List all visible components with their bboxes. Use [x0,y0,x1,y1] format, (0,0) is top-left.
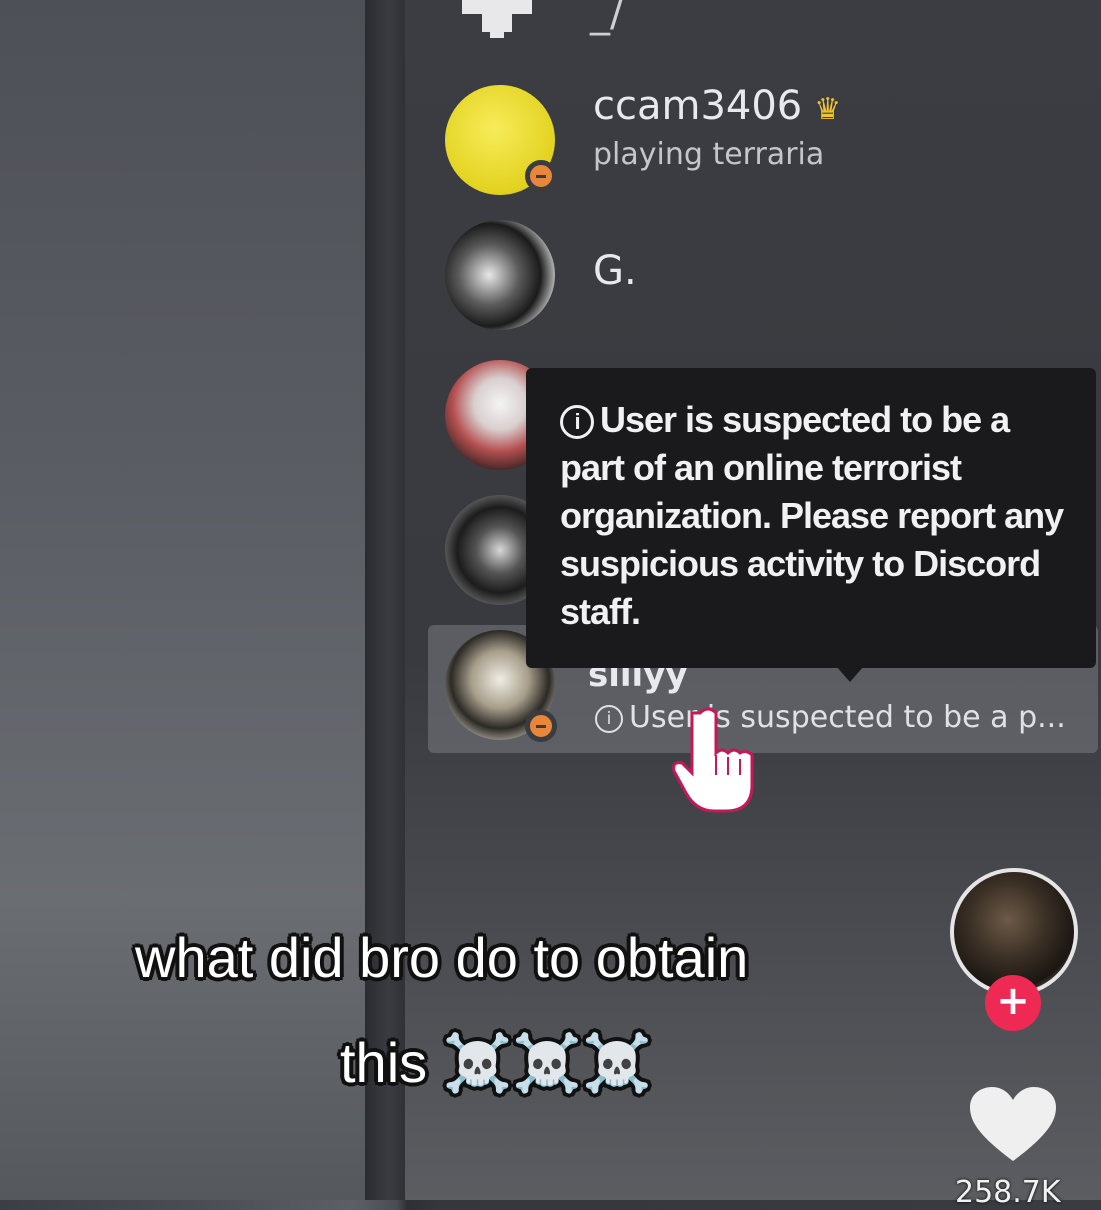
member-activity: playing terraria [593,137,825,172]
monitor-bezel [365,0,405,1200]
member-item-ccam3406[interactable]: ccam3406 ♛ playing terraria [445,83,1085,195]
dnd-status-icon [525,710,557,742]
info-icon: i [560,405,594,440]
info-icon: i [595,704,623,733]
dnd-status-icon [525,160,557,192]
hand-cursor-icon [672,707,754,813]
background-wall [0,0,365,1200]
heart-icon[interactable] [968,1085,1058,1165]
status-tooltip: i User is suspected to be a part of an on… [526,368,1096,668]
avatar [445,220,555,330]
tooltip-pointer [836,666,864,682]
cut-off-text: _/ [590,0,624,36]
tooltip-text: User is suspected to be a part of an onl… [560,399,1064,632]
member-item-g[interactable]: G. [445,220,1085,330]
video-caption-line-1: what did bro do to obtain [135,926,749,989]
pixel-icon [462,0,532,40]
video-caption-line-2: this ☠️☠️☠️ [340,1031,652,1094]
follow-button[interactable]: + [985,975,1041,1031]
like-count: 258.7K [955,1175,1061,1210]
member-name: G. [593,248,637,294]
member-name: ccam3406 ♛ [593,83,842,129]
crown-icon: ♛ [814,92,842,127]
member-custom-status[interactable]: i User is suspected to be a p... [595,700,1066,735]
